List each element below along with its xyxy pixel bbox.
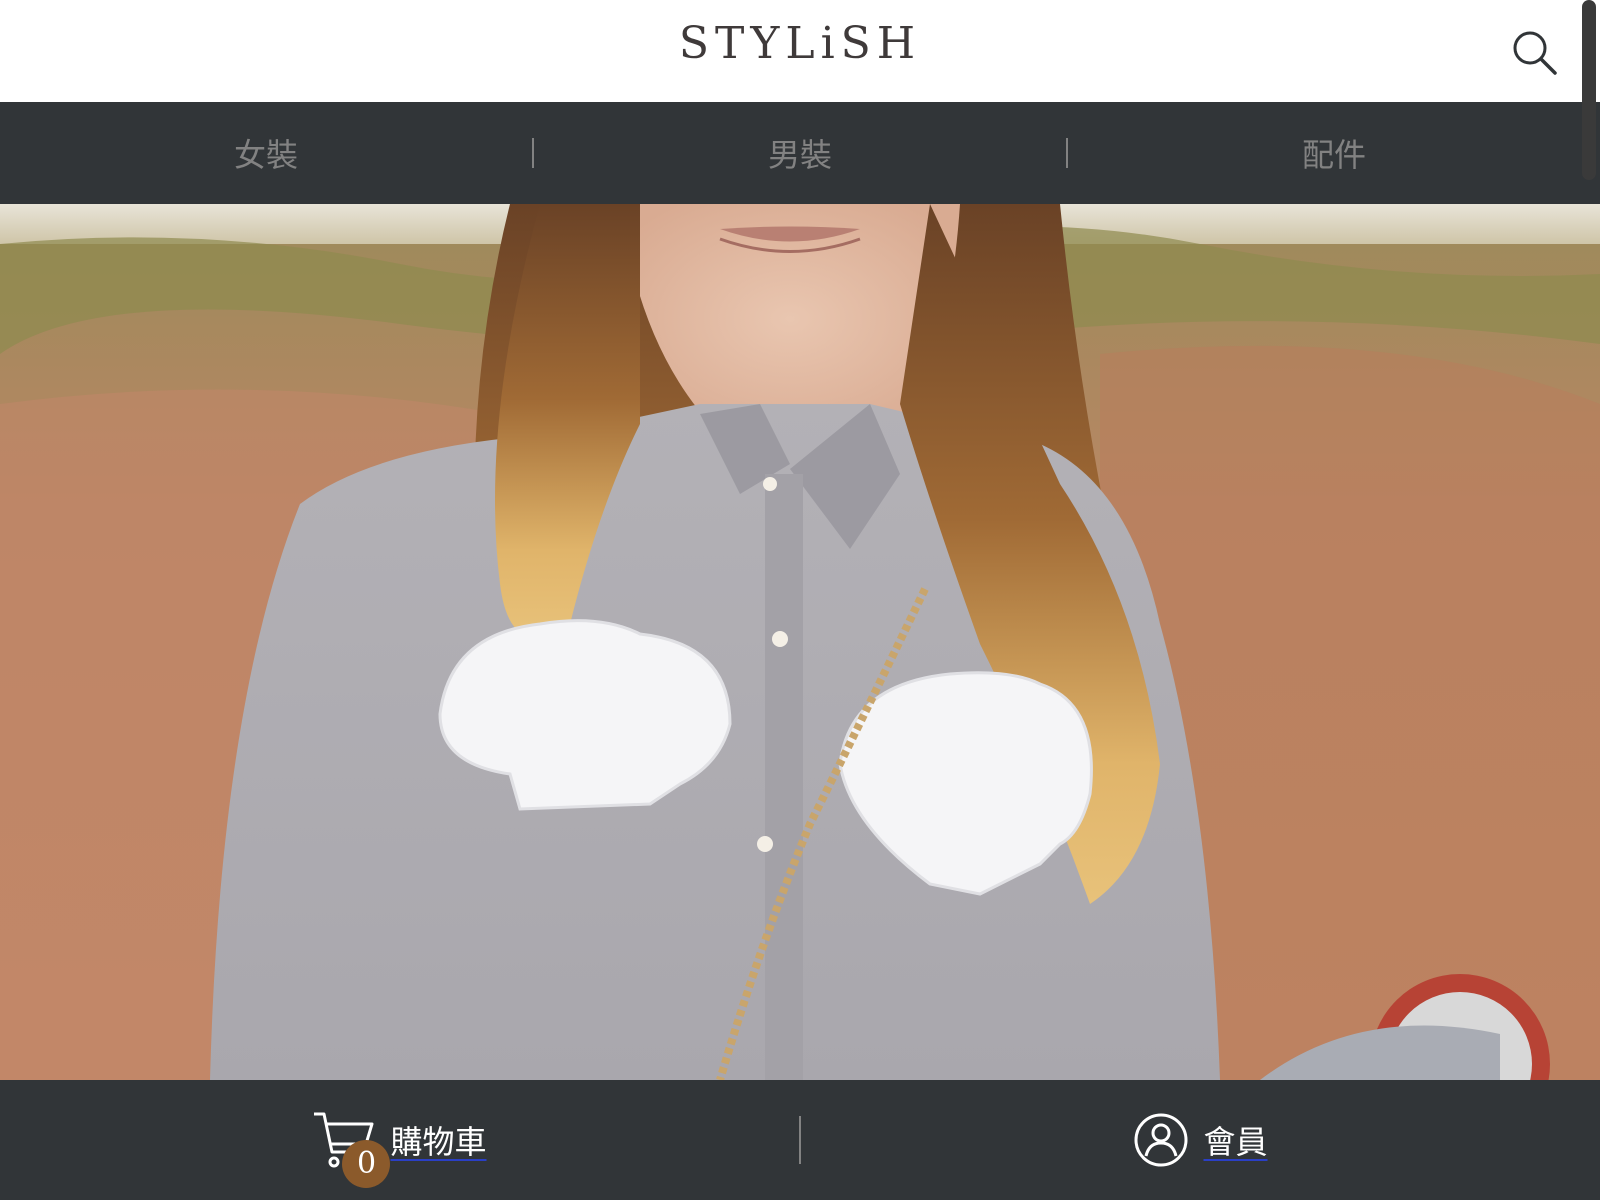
member-icon[interactable]: [1133, 1112, 1189, 1168]
category-nav: 女裝 男裝 配件: [0, 102, 1600, 204]
nav-item-women[interactable]: 女裝: [0, 130, 532, 176]
hero-image[interactable]: [0, 204, 1600, 1080]
bottom-bar: 0 購物車 會員: [0, 1080, 1600, 1200]
cart-icon[interactable]: 0: [312, 1108, 391, 1188]
header: STYLiSH: [0, 0, 1600, 102]
page-scrollbar[interactable]: [1582, 0, 1596, 180]
cart-label[interactable]: 購物車: [390, 1117, 486, 1163]
search-icon[interactable]: [1510, 28, 1560, 78]
cart-button[interactable]: 0 購物車: [0, 1108, 799, 1188]
member-button[interactable]: 會員: [801, 1112, 1600, 1168]
member-label[interactable]: 會員: [1203, 1117, 1267, 1163]
nav-item-accessories[interactable]: 配件: [1068, 130, 1600, 176]
cart-count-badge: 0: [342, 1140, 391, 1188]
site-logo[interactable]: STYLiSH: [0, 18, 1600, 69]
nav-item-men[interactable]: 男裝: [534, 130, 1066, 176]
